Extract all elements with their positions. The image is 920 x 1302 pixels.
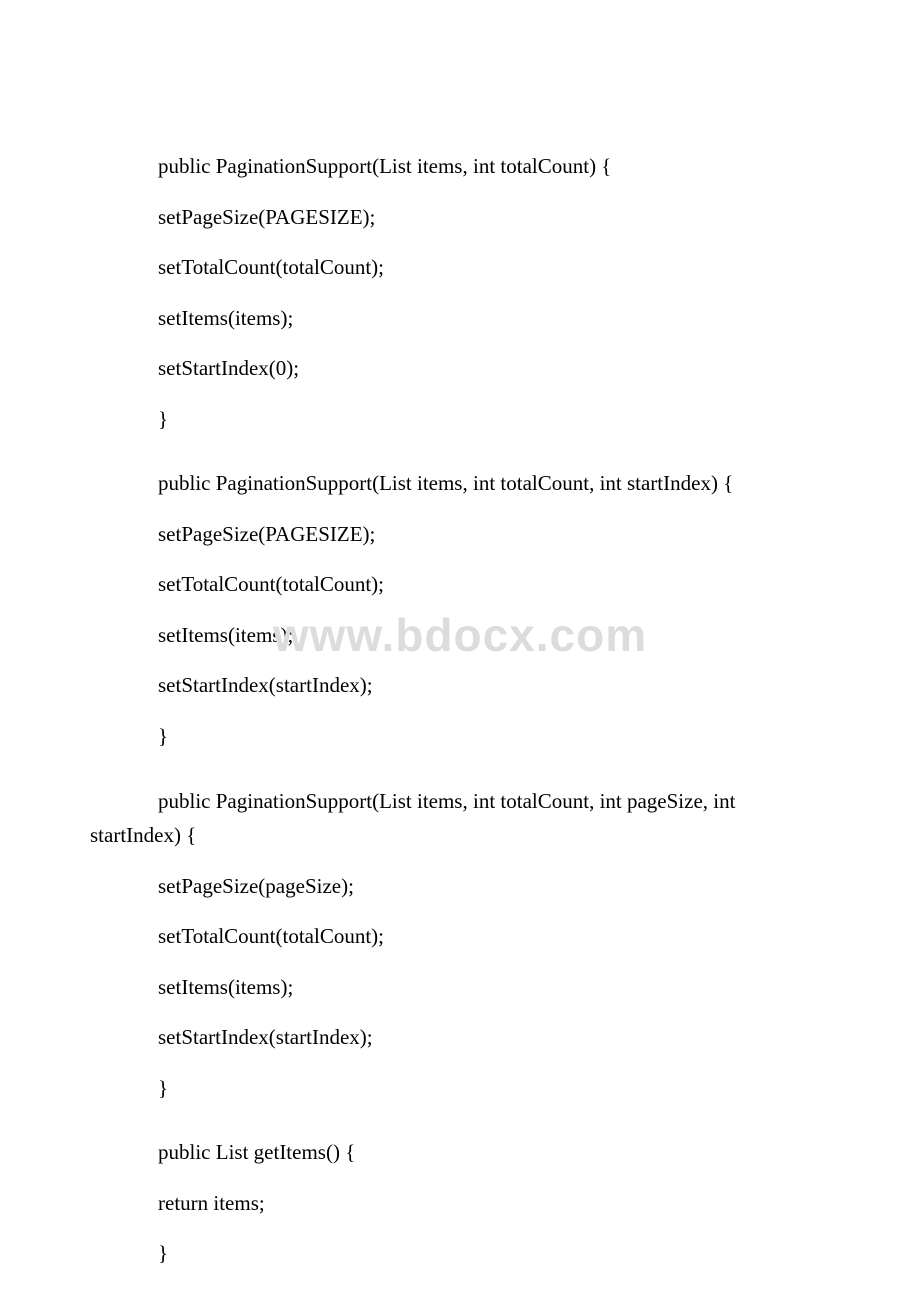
constructor-block-1: public PaginationSupport(List items, int… xyxy=(90,150,830,435)
code-line: setTotalCount(totalCount); xyxy=(90,568,830,601)
code-line: } xyxy=(90,1237,830,1270)
code-line: setStartIndex(startIndex); xyxy=(90,669,830,702)
code-line: public PaginationSupport(List items, int… xyxy=(90,467,830,500)
code-line: } xyxy=(90,720,830,753)
code-line: } xyxy=(90,403,830,436)
code-line: setPageSize(pageSize); xyxy=(90,870,830,903)
constructor-block-2: public PaginationSupport(List items, int… xyxy=(90,467,830,752)
code-line: setItems(items); xyxy=(90,619,830,652)
document-page: public PaginationSupport(List items, int… xyxy=(0,0,920,1270)
code-line: setStartIndex(0); xyxy=(90,352,830,385)
method-block-getitems: public List getItems() { return items; } xyxy=(90,1136,830,1270)
code-line: setPageSize(PAGESIZE); xyxy=(90,201,830,234)
code-line: setTotalCount(totalCount); xyxy=(90,920,830,953)
code-line: setTotalCount(totalCount); xyxy=(90,251,830,284)
code-line: setItems(items); xyxy=(90,971,830,1004)
code-line: public PaginationSupport(List items, int… xyxy=(90,150,830,183)
code-line: return items; xyxy=(90,1187,830,1220)
code-line: public List getItems() { xyxy=(90,1136,830,1169)
constructor-block-3: public PaginationSupport(List items, int… xyxy=(90,785,830,1105)
code-line: setStartIndex(startIndex); xyxy=(90,1021,830,1054)
code-line: setPageSize(PAGESIZE); xyxy=(90,518,830,551)
code-line-continuation: startIndex) { xyxy=(90,819,830,852)
code-line: public PaginationSupport(List items, int… xyxy=(90,785,830,818)
code-line: setItems(items); xyxy=(90,302,830,335)
code-line: } xyxy=(90,1072,830,1105)
